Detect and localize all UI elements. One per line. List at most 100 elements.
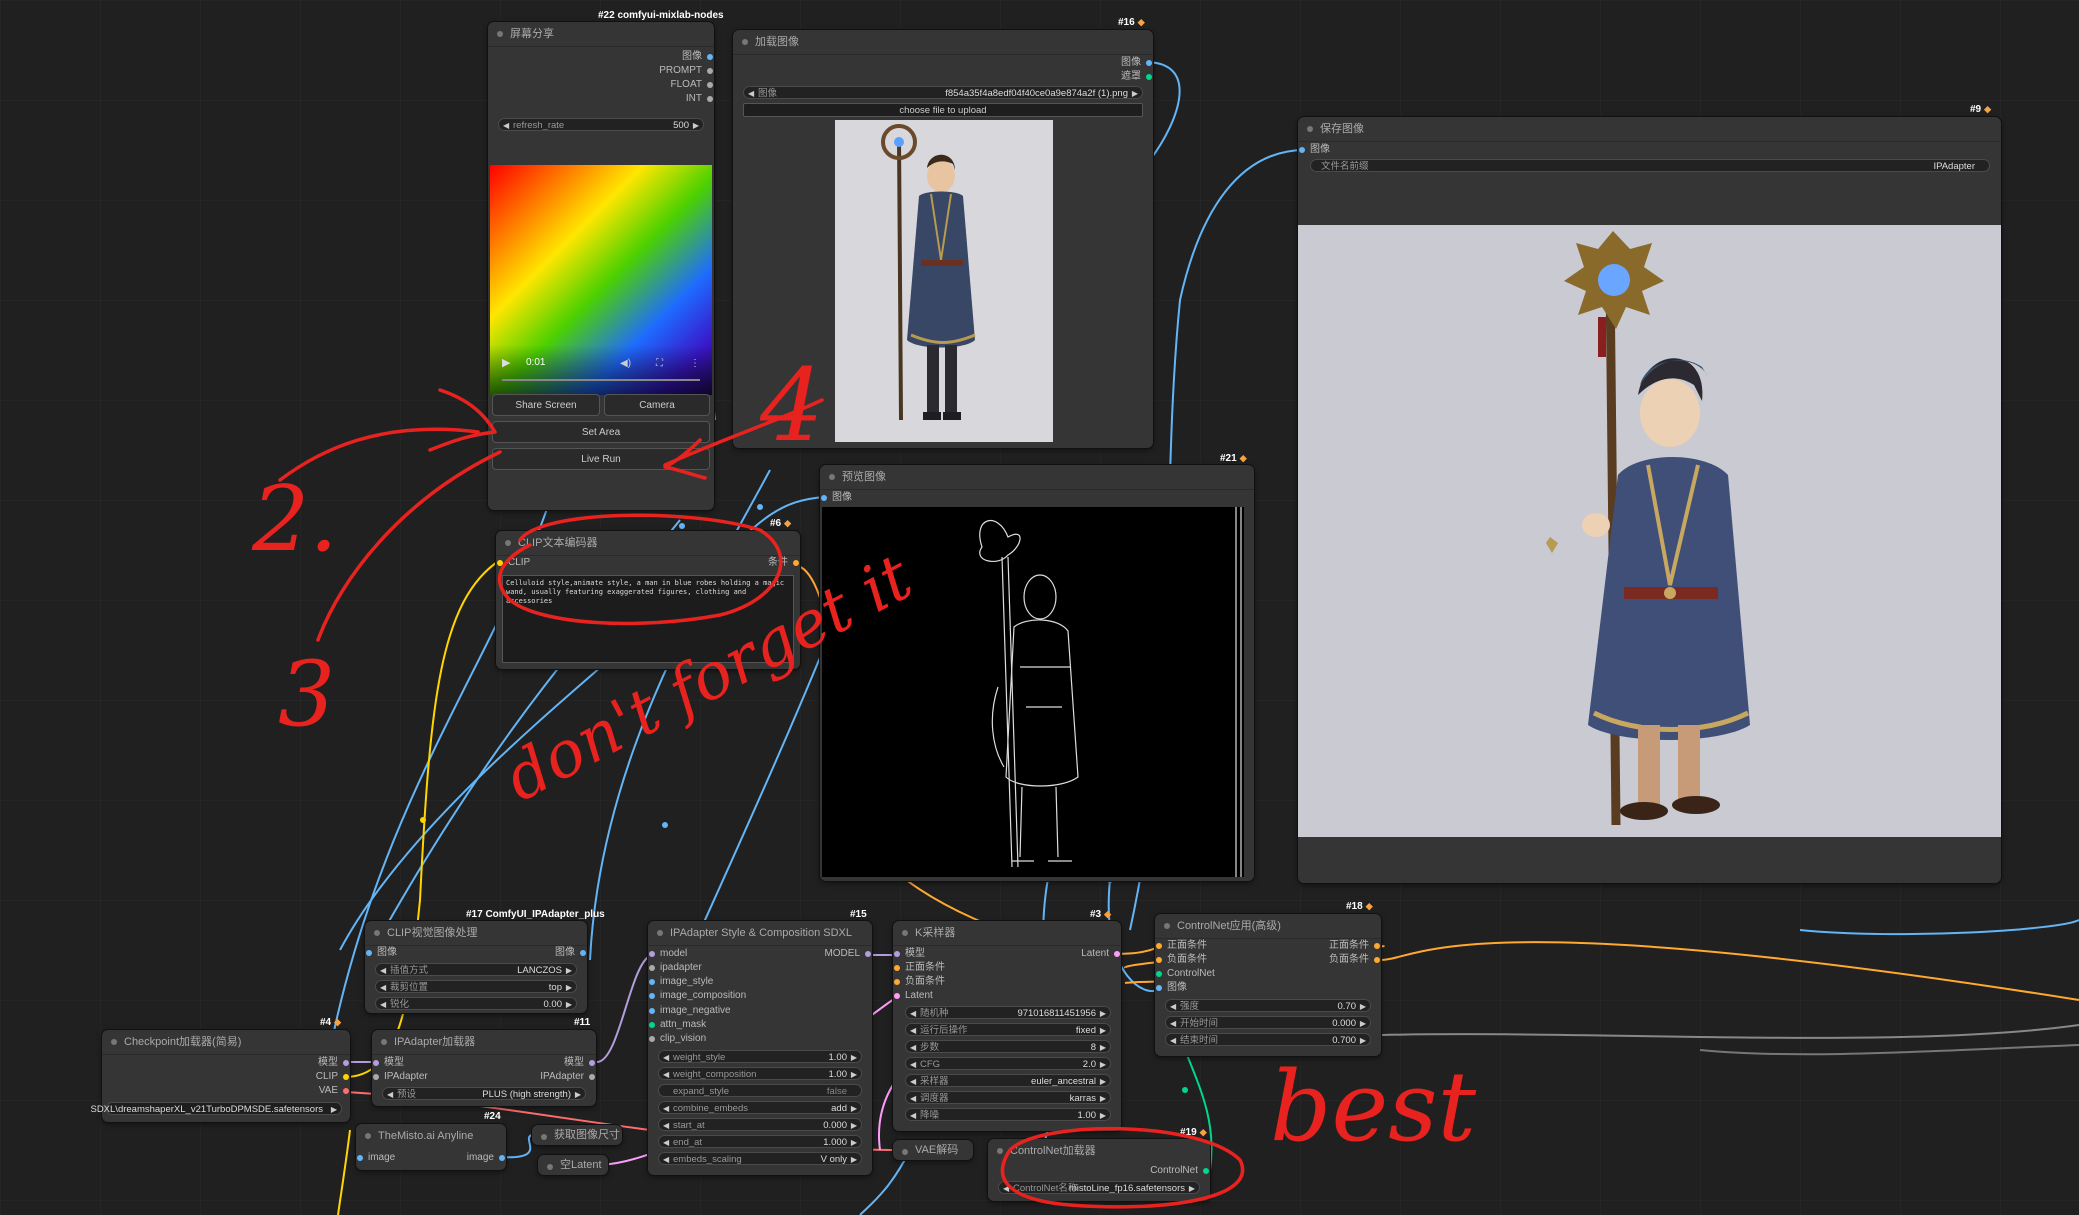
camera-button[interactable]: Camera: [604, 394, 710, 416]
scheduler-widget[interactable]: ◀ 调度器 karras ▶: [905, 1091, 1111, 1104]
clip-text-encode-node[interactable]: CLIP文本编码器 CLIP 条件 Celluloid style,animat…: [496, 531, 800, 669]
input-positive[interactable]: 正面条件: [893, 961, 945, 975]
input-positive[interactable]: 正面条件: [1155, 939, 1207, 953]
node-title[interactable]: CLIP文本编码器: [496, 531, 800, 556]
output-ipadapter[interactable]: IPAdapter: [540, 1070, 596, 1084]
output-image[interactable]: 图像: [555, 946, 587, 960]
anyline-node[interactable]: TheMisto.ai Anyline image image: [356, 1124, 506, 1170]
output-model[interactable]: 模型: [318, 1056, 350, 1070]
output-float[interactable]: FLOAT: [671, 78, 714, 92]
fullscreen-icon[interactable]: ⛶: [656, 358, 663, 369]
start-percent-widget[interactable]: ◀ 开始时间 0.000 ▶: [1165, 1016, 1371, 1029]
ipadapter-loader-node[interactable]: IPAdapter加载器 模型 IPAdapter 模型 IPAdapter ◀…: [372, 1030, 596, 1106]
controlnet-loader-node[interactable]: ControlNet加载器 ControlNet ◀ ControlNet名称 mi…: [988, 1139, 1210, 1201]
node-title[interactable]: 空Latent: [538, 1155, 608, 1175]
embeds-scaling-widget[interactable]: ◀ embeds_scaling V only ▶: [658, 1152, 862, 1165]
refresh-rate-widget[interactable]: ◀ refresh_rate 500 ▶: [498, 118, 704, 131]
node-title[interactable]: 屏幕分享: [488, 22, 714, 47]
screen-share-node[interactable]: 屏幕分享 图像 PROMPT FLOAT INT ◀ refresh_rate 50…: [488, 22, 714, 510]
sharpening-widget[interactable]: ◀ 锐化 0.00 ▶: [375, 997, 577, 1010]
input-image[interactable]: 图像: [1155, 981, 1187, 995]
share-screen-button[interactable]: Share Screen: [492, 394, 600, 416]
steps-widget[interactable]: ◀ 步数 8 ▶: [905, 1040, 1111, 1053]
preset-widget[interactable]: ◀ 预设 PLUS (high strength) ▶: [382, 1087, 586, 1100]
weight-style-widget[interactable]: ◀ weight_style 1.00 ▶: [658, 1050, 862, 1063]
input-model[interactable]: model: [648, 947, 687, 961]
play-icon[interactable]: ▶: [502, 356, 510, 369]
strength-widget[interactable]: ◀ 强度 0.70 ▶: [1165, 999, 1371, 1012]
sampler-widget[interactable]: ◀ 采样器 euler_ancestral ▶: [905, 1074, 1111, 1087]
volume-icon[interactable]: ◀): [620, 358, 631, 369]
set-area-button[interactable]: Set Area: [492, 421, 710, 443]
seed-widget[interactable]: ◀ 随机种 971016811451956 ▶: [905, 1006, 1111, 1019]
input-image[interactable]: 图像: [365, 946, 397, 960]
output-mask[interactable]: 遮罩: [1121, 70, 1153, 84]
node-title[interactable]: 保存图像: [1298, 117, 2001, 142]
ipadapter-style-composition-node[interactable]: IPAdapter Style & Composition SDXL MODEL…: [648, 921, 872, 1175]
input-clip[interactable]: CLIP: [496, 556, 530, 570]
input-image[interactable]: 图像: [820, 491, 852, 505]
prompt-textarea[interactable]: Celluloid style,animate style, a man in …: [502, 575, 794, 663]
controlnet-apply-node[interactable]: ControlNet应用(高级) 正面条件 负面条件 ControlNet 图像…: [1155, 914, 1381, 1056]
node-title[interactable]: ControlNet应用(高级): [1155, 914, 1381, 939]
output-image[interactable]: 图像: [682, 50, 714, 64]
get-image-size-node[interactable]: 获取图像尺寸: [532, 1125, 622, 1145]
output-image[interactable]: 图像: [1121, 56, 1153, 70]
input-image[interactable]: 图像: [1298, 143, 1330, 157]
node-title[interactable]: ControlNet加载器: [988, 1139, 1210, 1163]
output-image[interactable]: image: [467, 1151, 506, 1165]
node-title[interactable]: VAE解码: [893, 1140, 973, 1160]
vae-decode-node[interactable]: VAE解码: [893, 1140, 973, 1160]
output-positive[interactable]: 正面条件: [1329, 939, 1381, 953]
node-title[interactable]: IPAdapter加载器: [372, 1030, 596, 1055]
filename-prefix-widget[interactable]: 文件名前缀 IPAdapter: [1310, 159, 1990, 172]
checkpoint-loader-node[interactable]: Checkpoint加载器(简易) 模型 CLIP VAE SDXL\dream…: [90, 1030, 350, 1122]
node-title[interactable]: 获取图像尺寸: [532, 1125, 622, 1145]
output-latent[interactable]: Latent: [1081, 947, 1121, 961]
output-int[interactable]: INT: [686, 92, 714, 106]
save-image-node[interactable]: 保存图像 图像 文件名前缀 IPAdapter: [1298, 117, 2001, 883]
ksampler-node[interactable]: K采样器 模型 正面条件 负面条件 Latent Latent ◀ 随机种 9710…: [893, 921, 1121, 1131]
controlnet-name-widget[interactable]: ◀ ControlNet名称 mistoLine_fp16.safetensors ▶: [998, 1181, 1200, 1194]
start-at-widget[interactable]: ◀ start_at 0.000 ▶: [658, 1118, 862, 1131]
output-clip[interactable]: CLIP: [316, 1070, 350, 1084]
interpolation-widget[interactable]: ◀ 插值方式 LANCZOS ▶: [375, 963, 577, 976]
input-ipadapter[interactable]: ipadapter: [648, 961, 702, 975]
choose-file-button[interactable]: choose file to upload: [743, 103, 1143, 117]
input-clip-vision[interactable]: clip_vision: [648, 1032, 706, 1046]
node-title[interactable]: 加载图像: [733, 30, 1153, 55]
end-at-widget[interactable]: ◀ end_at 1.000 ▶: [658, 1135, 862, 1148]
end-percent-widget[interactable]: ◀ 结束时间 0.700 ▶: [1165, 1033, 1371, 1046]
node-title[interactable]: K采样器: [893, 921, 1121, 946]
node-title[interactable]: TheMisto.ai Anyline: [356, 1124, 506, 1148]
more-icon[interactable]: ⋮: [690, 358, 700, 369]
live-run-button[interactable]: Live Run: [492, 448, 710, 470]
combine-embeds-widget[interactable]: ◀ combine_embeds add ▶: [658, 1101, 862, 1114]
output-conditioning[interactable]: 条件: [768, 556, 800, 570]
denoise-widget[interactable]: ◀ 降噪 1.00 ▶: [905, 1108, 1111, 1121]
output-model[interactable]: MODEL: [824, 947, 872, 961]
expand-style-toggle[interactable]: expand_style false: [658, 1084, 862, 1097]
node-title[interactable]: IPAdapter Style & Composition SDXL: [648, 921, 872, 946]
input-ipadapter[interactable]: IPAdapter: [372, 1070, 428, 1084]
input-negative[interactable]: 负面条件: [1155, 953, 1207, 967]
input-image-negative[interactable]: image_negative: [648, 1004, 731, 1018]
input-model[interactable]: 模型: [893, 947, 925, 961]
output-vae[interactable]: VAE: [319, 1084, 350, 1098]
node-title[interactable]: 预览图像: [820, 465, 1254, 490]
preview-image-node[interactable]: 预览图像 图像: [820, 465, 1254, 881]
input-latent[interactable]: Latent: [893, 989, 933, 1003]
node-title[interactable]: CLIP视觉图像处理: [365, 921, 587, 946]
input-negative[interactable]: 负面条件: [893, 975, 945, 989]
input-model[interactable]: 模型: [372, 1056, 404, 1070]
checkpoint-name-widget[interactable]: SDXL\dreamshaperXL_v21TurboDPMSDE.safete…: [90, 1102, 342, 1115]
video-progress[interactable]: [502, 379, 700, 381]
output-model[interactable]: 模型: [564, 1056, 596, 1070]
input-controlnet[interactable]: ControlNet: [1155, 967, 1215, 981]
control-after-generate-widget[interactable]: ◀ 运行后操作 fixed ▶: [905, 1023, 1111, 1036]
input-image-style[interactable]: image_style: [648, 975, 713, 989]
node-title[interactable]: Checkpoint加载器(简易): [102, 1030, 350, 1055]
input-image[interactable]: image: [356, 1151, 395, 1165]
crop-position-widget[interactable]: ◀ 裁剪位置 top ▶: [375, 980, 577, 993]
output-negative[interactable]: 负面条件: [1329, 953, 1381, 967]
